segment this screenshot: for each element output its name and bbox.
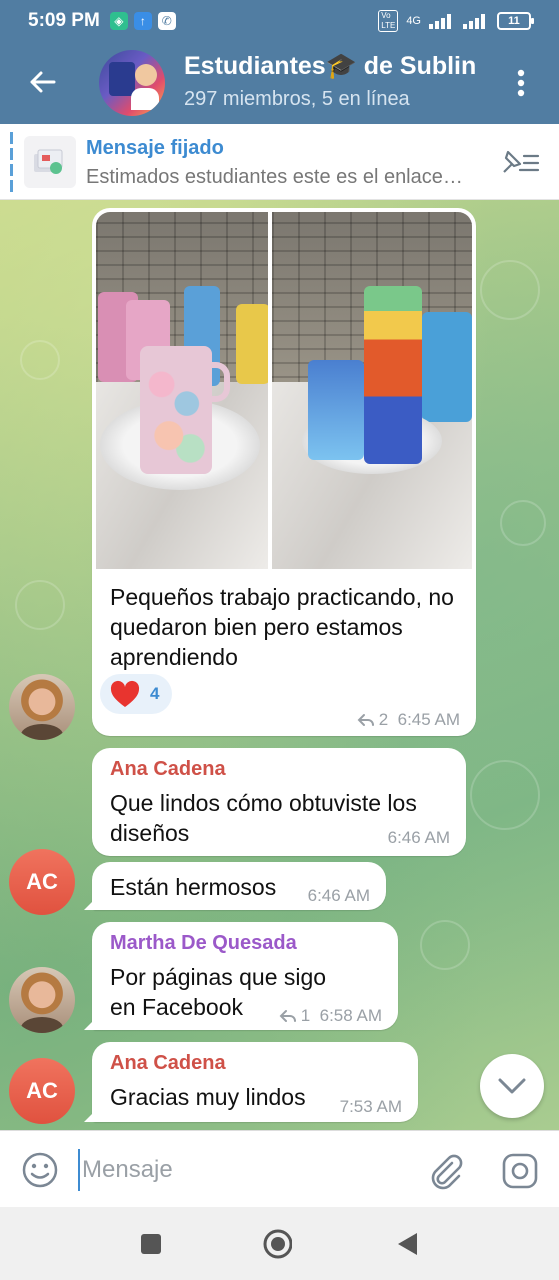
avatar-ana-cadena[interactable]: AC	[9, 849, 75, 915]
reply-icon	[357, 714, 374, 726]
status-time: 5:09 PM	[28, 10, 100, 31]
message-text: Están hermosos	[110, 874, 277, 900]
volte-icon: Vo LTE	[378, 10, 399, 32]
battery-level: 11	[508, 15, 520, 27]
message-photo-2[interactable]	[272, 212, 472, 569]
emoji-button[interactable]	[20, 1150, 60, 1190]
document-icon	[34, 149, 63, 174]
message-meta: 2 6:45 AM	[357, 710, 460, 730]
message-time: 6:45 AM	[397, 710, 460, 729]
arrow-back-icon	[30, 71, 56, 93]
pinned-indicator	[10, 132, 13, 192]
pinned-label: Mensaje fijado	[86, 137, 224, 159]
pin-list-icon	[503, 150, 540, 173]
pinned-list-button[interactable]	[498, 146, 540, 178]
more-vertical-icon	[517, 69, 525, 97]
sender-name[interactable]: Ana Cadena	[110, 758, 226, 781]
phone-notification-icon: ✆	[157, 12, 176, 30]
triangle-back-icon	[398, 1233, 417, 1255]
shield-notification-icon: ◈	[109, 12, 128, 30]
message-composer	[0, 1130, 559, 1207]
chevron-down-icon	[498, 1078, 526, 1094]
scroll-down-button[interactable]	[480, 1054, 544, 1118]
upload-notification-icon: ↑	[133, 12, 152, 30]
more-menu-button[interactable]	[504, 62, 538, 104]
message-text: Pequeños trabajo practicando, no quedaro…	[110, 584, 454, 670]
message-time: 6:58 AM	[319, 1006, 382, 1025]
sender-name[interactable]: Martha De Quesada	[110, 932, 297, 955]
home-button[interactable]	[262, 1229, 292, 1259]
sender-name[interactable]: Ana Cadena	[110, 1052, 226, 1075]
reply-count: 2	[378, 710, 389, 729]
group-avatar[interactable]	[99, 50, 165, 116]
status-bar: 5:09 PM ◈ ↑ ✆ Vo LTE 4G 11	[0, 0, 559, 42]
reaction-chip[interactable]: 4	[100, 674, 172, 714]
photo-message[interactable]: Pequeños trabajo practicando, no quedaro…	[92, 208, 476, 736]
smiley-icon	[22, 1152, 58, 1188]
pinned-thumbnail	[24, 136, 76, 188]
message-text: Gracias muy lindos	[110, 1084, 306, 1110]
back-button[interactable]	[22, 62, 62, 102]
signal-icon	[429, 14, 451, 29]
paperclip-icon	[431, 1154, 463, 1190]
camera-icon	[502, 1153, 538, 1189]
message-bubble[interactable]: Ana Cadena Gracias muy lindos 7:53 AM	[84, 1042, 418, 1122]
reply-count: 1	[300, 1006, 311, 1025]
network-type: 4G	[406, 15, 421, 27]
chat-header: Estudiantes🎓 de Sublin 297 miembros, 5 e…	[0, 42, 559, 124]
reply-icon	[279, 1010, 296, 1022]
pinned-message-bar[interactable]: Mensaje fijado Estimados estudiantes est…	[0, 124, 559, 200]
square-icon	[141, 1234, 161, 1254]
heart-icon	[110, 680, 140, 707]
home-circle-icon	[263, 1229, 292, 1259]
chat-area[interactable]: Pequeños trabajo practicando, no quedaro…	[0, 200, 559, 1130]
camera-button[interactable]	[500, 1151, 540, 1191]
avatar-martha[interactable]	[9, 674, 75, 740]
attach-button[interactable]	[426, 1151, 466, 1191]
message-meta: 1 6:58 AM	[279, 1006, 382, 1026]
avatar-ana-cadena[interactable]: AC	[9, 1058, 75, 1124]
message-time: 6:46 AM	[307, 886, 370, 905]
back-nav-button[interactable]	[392, 1229, 422, 1259]
message-bubble[interactable]: Martha De Quesada Por páginas que sigo e…	[84, 922, 398, 1030]
message-bubble[interactable]: Ana Cadena Que lindos cómo obtuviste los…	[92, 748, 466, 856]
battery-icon: 11	[497, 12, 534, 30]
signal-icon-2	[463, 14, 485, 29]
pinned-text: Estimados estudiantes este es el enlace…	[86, 166, 463, 188]
recents-button[interactable]	[136, 1229, 166, 1259]
avatar-martha[interactable]	[9, 967, 75, 1033]
message-input[interactable]	[78, 1149, 398, 1191]
group-members-status: 297 miembros, 5 en línea	[184, 88, 410, 110]
message-photo-1[interactable]	[96, 212, 268, 569]
system-nav-bar	[0, 1207, 559, 1280]
message-bubble[interactable]: Están hermosos 6:46 AM	[84, 862, 386, 910]
reaction-count: 4	[150, 684, 160, 703]
message-time: 6:46 AM	[387, 828, 450, 847]
message-time: 7:53 AM	[339, 1097, 402, 1116]
group-title[interactable]: Estudiantes🎓 de Sublin	[184, 52, 489, 81]
